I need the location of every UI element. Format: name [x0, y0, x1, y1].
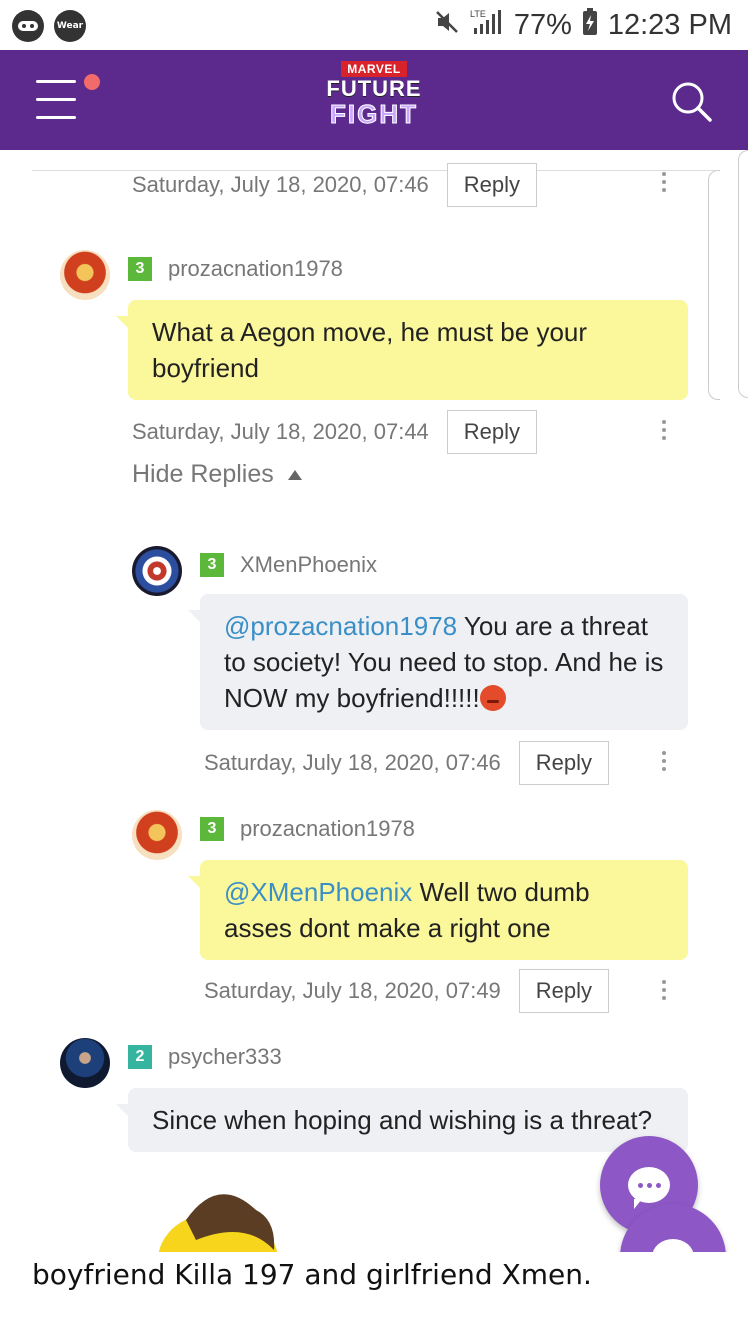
comment-author: 3 prozacnation1978: [200, 816, 415, 842]
battery-charging-icon: [582, 8, 598, 42]
author-name[interactable]: prozacnation1978: [168, 256, 343, 282]
wear-icon: Wear: [54, 10, 86, 42]
comment-author: 3 XMenPhoenix: [200, 552, 377, 578]
comment-date: Saturday, July 18, 2020, 07:44: [132, 419, 429, 444]
reply-button[interactable]: Reply: [446, 410, 538, 454]
level-badge: 3: [200, 553, 224, 577]
avatar[interactable]: [60, 1038, 110, 1088]
author-name[interactable]: prozacnation1978: [240, 816, 415, 842]
mention-link[interactable]: @XMenPhoenix: [224, 877, 412, 907]
reply-button[interactable]: Reply: [518, 741, 610, 785]
side-panel-edge: [708, 170, 720, 400]
future-fight-logo[interactable]: MARVEL FUTURE FIGHT: [316, 58, 432, 142]
notification-dot: [84, 74, 100, 90]
level-badge: 2: [128, 1045, 152, 1069]
comment-date: Saturday, July 18, 2020, 07:46: [132, 172, 429, 197]
comment-text: What a Aegon move, he must be your boyfr…: [152, 317, 588, 383]
comment-author: 3 prozacnation1978: [128, 256, 343, 282]
mention-link[interactable]: @prozacnation1978: [224, 611, 457, 641]
author-name[interactable]: XMenPhoenix: [240, 552, 377, 578]
reply-button[interactable]: Reply: [518, 969, 610, 1013]
kebab-menu-icon[interactable]: [659, 747, 669, 779]
comment-author: 2 psycher333: [128, 1044, 282, 1070]
clock: 12:23 PM: [607, 8, 732, 41]
signal-icon: LTE: [470, 8, 504, 42]
logo-marvel: MARVEL: [341, 61, 407, 77]
comment-text: Since when hoping and wishing is a threa…: [152, 1105, 653, 1135]
angry-face-icon: [479, 685, 506, 711]
mute-icon: [434, 9, 460, 41]
svg-text:LTE: LTE: [470, 9, 486, 19]
search-icon[interactable]: [670, 80, 714, 124]
comment-meta: Saturday, July 18, 2020, 07:44 Reply: [132, 409, 538, 455]
logo-future: FUTURE: [326, 76, 422, 101]
status-bar: Wear LTE 77% 12:23 PM: [0, 0, 748, 50]
comment-date: Saturday, July 18, 2020, 07:49: [204, 978, 501, 1003]
hide-replies-toggle[interactable]: Hide Replies: [132, 460, 302, 489]
reply-bubble: @prozacnation1978 You are a threat to so…: [188, 594, 688, 730]
avatar[interactable]: [132, 810, 182, 860]
game-controller-icon: [12, 10, 44, 42]
level-badge: 3: [128, 257, 152, 281]
hide-replies-label: Hide Replies: [132, 460, 274, 488]
comments-feed[interactable]: Saturday, July 18, 2020, 07:46 Reply 3 p…: [0, 150, 748, 1330]
author-name[interactable]: psycher333: [168, 1044, 282, 1070]
hamburger-menu-icon[interactable]: [36, 74, 100, 120]
side-panel-edge-outer: [738, 150, 748, 398]
status-right: LTE 77% 12:23 PM: [434, 8, 732, 42]
comment-meta: Saturday, July 18, 2020, 07:46 Reply: [132, 162, 538, 208]
app-bar: MARVEL FUTURE FIGHT: [0, 50, 748, 150]
kebab-menu-icon[interactable]: [659, 168, 669, 200]
status-left-icons: Wear: [12, 10, 86, 42]
comment-meta: Saturday, July 18, 2020, 07:49 Reply: [204, 968, 610, 1014]
comment-meta: Saturday, July 18, 2020, 07:46 Reply: [204, 740, 610, 786]
reply-button[interactable]: Reply: [446, 163, 538, 207]
level-badge: 3: [200, 817, 224, 841]
reply-bubble: @XMenPhoenix Well two dumb asses dont ma…: [188, 860, 688, 960]
avatar[interactable]: [132, 546, 182, 596]
logo-fight: FIGHT: [330, 99, 418, 129]
kebab-menu-icon[interactable]: [659, 416, 669, 448]
caption-text: boyfriend Killa 197 and girlfriend Xmen.: [0, 1252, 748, 1330]
chat-bubble-icon: [628, 1167, 670, 1209]
comment-bubble: Since when hoping and wishing is a threa…: [116, 1088, 688, 1152]
comment-bubble: What a Aegon move, he must be your boyfr…: [116, 300, 688, 400]
triangle-up-icon: [287, 469, 302, 480]
kebab-menu-icon[interactable]: [659, 976, 669, 1008]
avatar[interactable]: [60, 250, 110, 300]
battery-percent: 77%: [513, 8, 572, 41]
comment-date: Saturday, July 18, 2020, 07:46: [204, 750, 501, 775]
